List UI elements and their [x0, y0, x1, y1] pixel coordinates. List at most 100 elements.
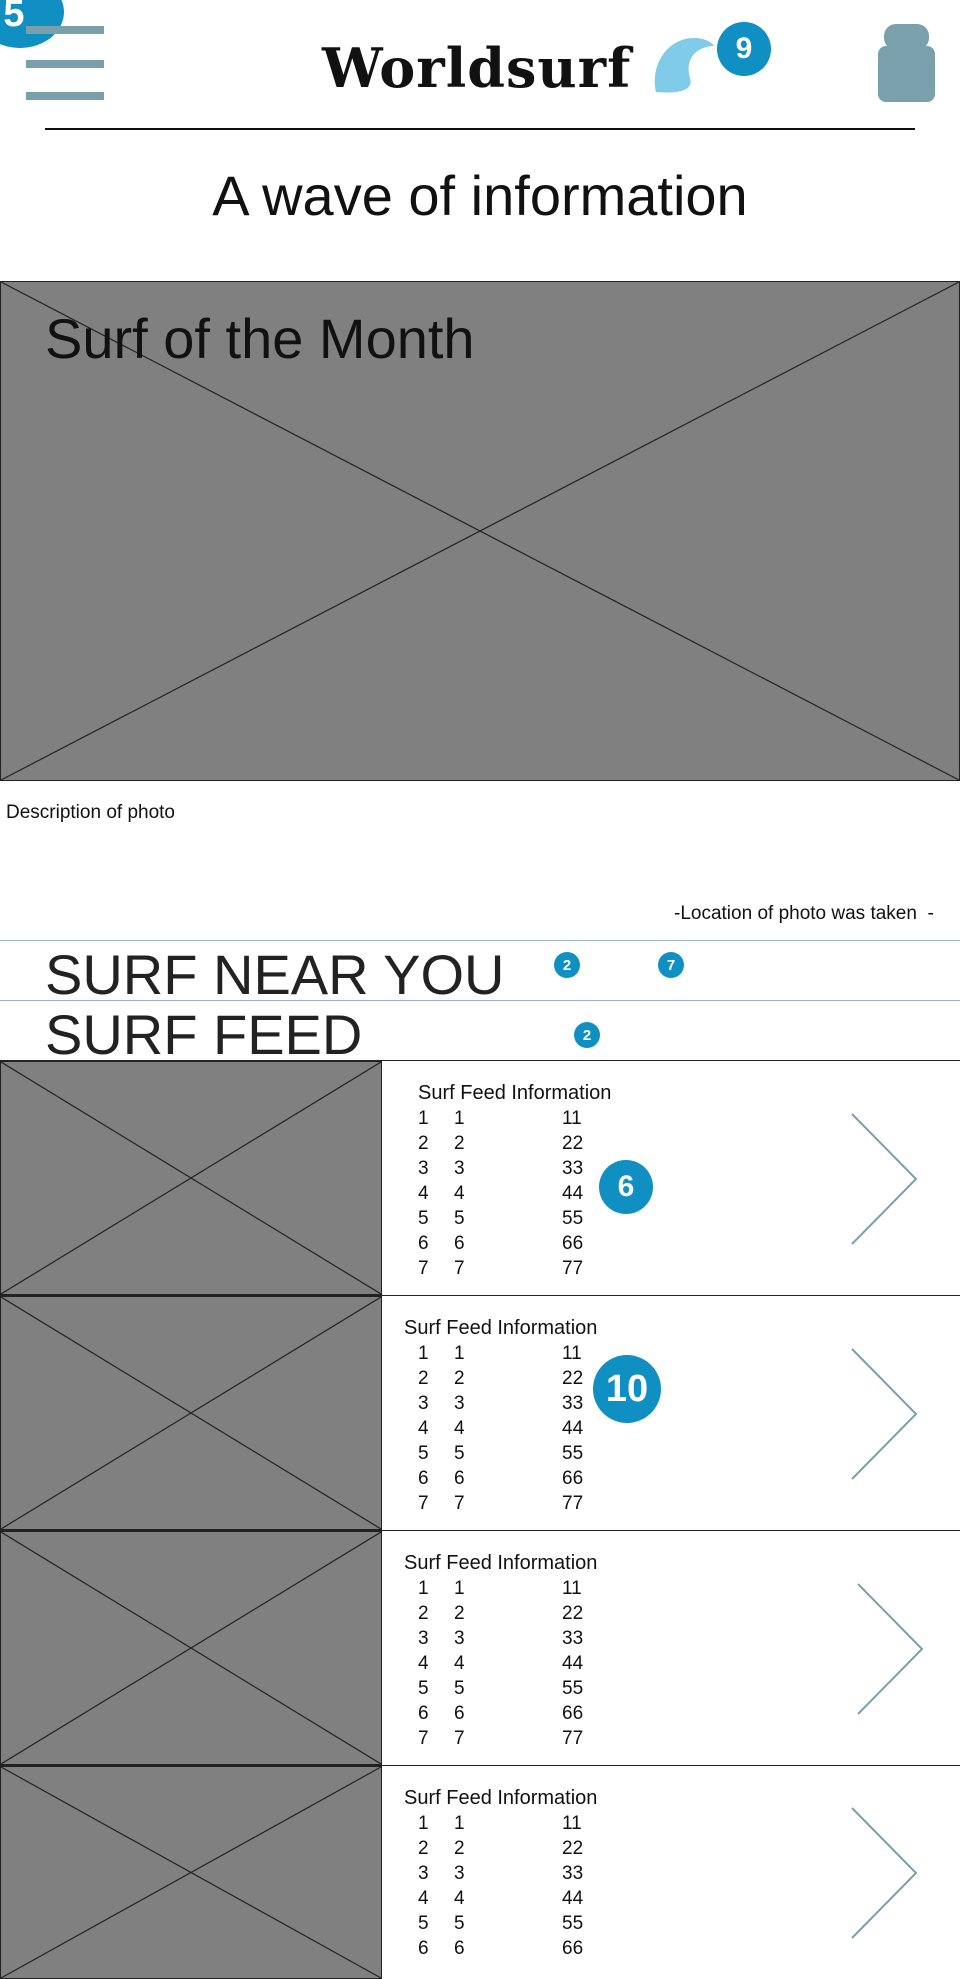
feed-info-cell: 4 — [418, 1418, 429, 1439]
feed-info-cell: 4 — [454, 1183, 465, 1204]
surf-feed-heading[interactable]: SURF FEED — [45, 1002, 362, 1067]
photo-location: -Location of photo was taken - — [674, 903, 934, 924]
feed-info-row: 3 3 33 — [418, 1626, 598, 1651]
feed-info-cell: 1 — [418, 1343, 429, 1364]
feed-info-cell: 7 — [418, 1258, 429, 1279]
feed-info-row: 3 3 33 — [418, 1391, 598, 1416]
feed-info-cell: 7 — [454, 1258, 465, 1279]
feed-info-cell: 55 — [562, 1678, 584, 1699]
feed-info-cell: 1 — [454, 1343, 465, 1364]
feed-info-cell: 5 — [418, 1913, 429, 1934]
feed-info-row: 7 7 77 — [418, 1256, 598, 1281]
feed-info-row: 4 4 44 — [418, 1886, 598, 1911]
feed-info-cell: 44 — [562, 1653, 584, 1674]
feed-info-cell: 6 — [454, 1703, 465, 1724]
feed-info-cell: 44 — [562, 1418, 584, 1439]
feed-info-cell: 5 — [418, 1208, 429, 1229]
section-divider-top — [0, 940, 960, 941]
feed-info-cell: 77 — [562, 1728, 584, 1749]
feed-info-cell: 11 — [562, 1578, 582, 1599]
feed-info-cell: 33 — [562, 1393, 584, 1414]
feed-info-cell: 2 — [418, 1368, 429, 1389]
hero-title: Surf of the Month — [45, 307, 475, 370]
chevron-right-icon[interactable] — [850, 1112, 920, 1246]
feed-info-cell: 3 — [418, 1158, 429, 1179]
feed-annotation-badge: 2 — [574, 1022, 600, 1048]
feed-info-row: 3 3 33 — [418, 1861, 598, 1886]
feed-info-cell: 6 — [454, 1938, 465, 1959]
feed-info-cell: 66 — [562, 1468, 584, 1489]
feed-info-row: 3 3 33 — [418, 1156, 598, 1181]
feed-info-cell: 2 — [418, 1133, 429, 1154]
feed-info-cell: 11 — [562, 1813, 582, 1834]
feed-info-cell: 55 — [562, 1913, 584, 1934]
feed-info-cell: 7 — [454, 1728, 465, 1749]
feed-info-cell: 7 — [418, 1728, 429, 1749]
feed-info-cell: 6 — [418, 1468, 429, 1489]
feed-info-row: 1 1 11 — [418, 1811, 598, 1836]
feed-info-row: 6 6 66 — [418, 1466, 598, 1491]
hamburger-menu-icon[interactable] — [26, 26, 104, 102]
feed-info-cell: 66 — [562, 1938, 584, 1959]
feed-info-cell: 6 — [418, 1703, 429, 1724]
feed-info-row: 2 2 22 — [418, 1836, 598, 1861]
near-you-annotation-badge-b: 7 — [658, 952, 684, 978]
feed-info-cell: 4 — [454, 1653, 465, 1674]
feed-annotation-badge: 10 — [593, 1355, 661, 1423]
feed-info-cell: 4 — [418, 1888, 429, 1909]
user-profile-icon[interactable] — [878, 24, 935, 102]
feed-info-cell: 5 — [454, 1678, 465, 1699]
feed-info-cell: 3 — [454, 1628, 465, 1649]
feed-info-cell: 2 — [418, 1838, 429, 1859]
chevron-right-icon[interactable] — [856, 1582, 926, 1716]
feed-info-cell: 6 — [454, 1233, 465, 1254]
feed-info-cell: 4 — [418, 1183, 429, 1204]
feed-info-cell: 55 — [562, 1443, 584, 1464]
feed-info-cell: 7 — [418, 1493, 429, 1514]
feed-info-cell: 1 — [454, 1578, 465, 1599]
feed-info-cell: 22 — [562, 1133, 584, 1154]
feed-info-cell: 1 — [418, 1578, 429, 1599]
feed-info-row: 7 7 77 — [418, 1491, 598, 1516]
feed-info-row: 5 5 55 — [418, 1676, 598, 1701]
feed-info-row: 6 6 66 — [418, 1936, 598, 1961]
page-tagline: A wave of information — [212, 164, 748, 227]
feed-info-cell: 11 — [562, 1108, 582, 1129]
logo-annotation-badge: 9 — [717, 22, 771, 76]
feed-info-cell: 4 — [454, 1418, 465, 1439]
chevron-right-icon[interactable] — [850, 1347, 920, 1481]
logo-text[interactable]: Worldsurf — [322, 36, 631, 100]
feed-info-cell: 66 — [562, 1703, 584, 1724]
feed-info-row: 5 5 55 — [418, 1911, 598, 1936]
wave-logo-icon — [654, 38, 714, 93]
feed-info-cell: 7 — [454, 1493, 465, 1514]
feed-info-row: 1 1 11 — [418, 1341, 598, 1366]
feed-info-cell: 33 — [562, 1628, 584, 1649]
feed-info-cell: 22 — [562, 1603, 584, 1624]
feed-info-cell: 2 — [454, 1838, 465, 1859]
feed-info-row: 6 6 66 — [418, 1231, 598, 1256]
feed-info-cell: 3 — [454, 1393, 465, 1414]
feed-info-cell: 1 — [418, 1813, 429, 1834]
feed-info-cell: 5 — [454, 1208, 465, 1229]
feed-info-cell: 3 — [418, 1628, 429, 1649]
feed-info-cell: 1 — [454, 1813, 465, 1834]
feed-info-cell: 55 — [562, 1208, 584, 1229]
feed-info-cell: 44 — [562, 1888, 584, 1909]
chevron-right-icon[interactable] — [850, 1806, 920, 1940]
photo-description: Description of photo — [6, 802, 175, 823]
feed-info-row: 5 5 55 — [418, 1441, 598, 1466]
feed-info-cell: 6 — [418, 1938, 429, 1959]
near-you-annotation-badge-a: 2 — [554, 952, 580, 978]
feed-info-row: 2 2 22 — [418, 1131, 598, 1156]
feed-info-cell: 22 — [562, 1838, 584, 1859]
feed-info-row: 1 1 11 — [418, 1106, 598, 1131]
feed-info-row: 6 6 66 — [418, 1701, 598, 1726]
feed-info-cell: 2 — [454, 1133, 465, 1154]
feed-item-title: Surf Feed Information — [404, 1787, 598, 1809]
surf-near-you-heading[interactable]: SURF NEAR YOU — [45, 942, 504, 1007]
feed-info-row: 2 2 22 — [418, 1366, 598, 1391]
feed-item-title: Surf Feed Information — [404, 1317, 598, 1339]
feed-info-cell: 2 — [454, 1603, 465, 1624]
feed-info-cell: 66 — [562, 1233, 584, 1254]
